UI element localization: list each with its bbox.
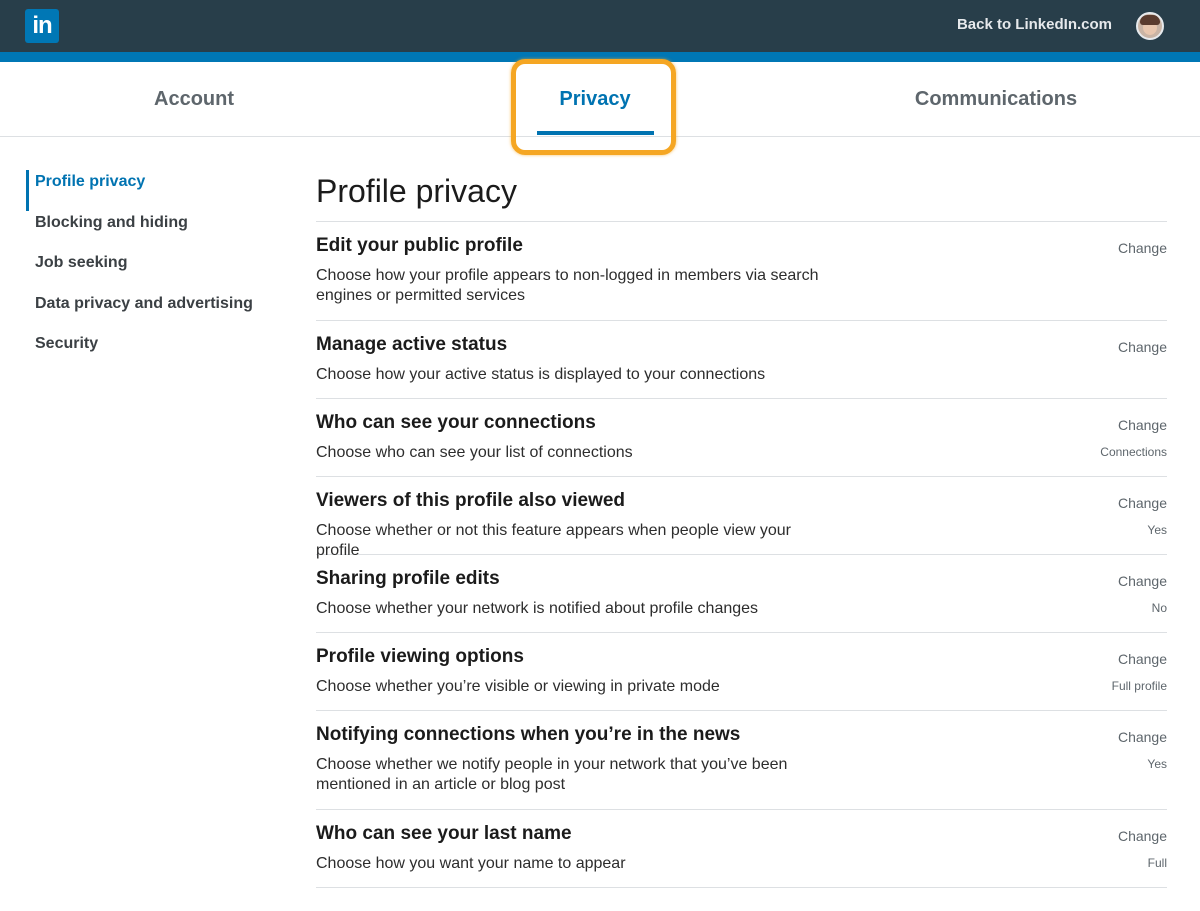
setting-title: Profile viewing options (316, 646, 524, 667)
change-link[interactable]: Change (1118, 339, 1167, 355)
setting-row-sharing-edits[interactable]: Sharing profile edits Choose whether you… (316, 555, 1167, 633)
sidebar-item-label: Data privacy and advertising (35, 294, 253, 312)
setting-value: Full (1147, 856, 1167, 870)
avatar[interactable] (1136, 12, 1164, 40)
setting-value: Yes (1147, 757, 1167, 771)
setting-description: Choose how your active status is display… (316, 366, 766, 383)
setting-description: Choose how your profile appears to non-l… (316, 267, 819, 304)
setting-description: Choose who can see your list of connecti… (316, 444, 633, 461)
change-link[interactable]: Change (1118, 495, 1167, 511)
back-to-linkedin-link[interactable]: Back to LinkedIn.com (957, 16, 1112, 33)
setting-title: Edit your public profile (316, 235, 523, 256)
main-content: Profile privacy Edit your public profile… (316, 170, 1167, 888)
setting-description: Choose whether you’re visible or viewing… (316, 678, 720, 695)
setting-row-public-profile[interactable]: Edit your public profile Choose how your… (316, 222, 1167, 321)
setting-title: Sharing profile edits (316, 568, 500, 589)
sidebar-item-job-seeking[interactable]: Job seeking (26, 251, 286, 292)
setting-row-active-status[interactable]: Manage active status Choose how your act… (316, 321, 1167, 399)
setting-value: Connections (1100, 445, 1167, 459)
sidebar-item-security[interactable]: Security (26, 332, 286, 373)
setting-row-last-name[interactable]: Who can see your last name Choose how yo… (316, 810, 1167, 888)
sidebar-item-label: Profile privacy (35, 173, 146, 190)
setting-title: Manage active status (316, 334, 508, 355)
sidebar-item-label: Security (35, 335, 99, 352)
sidebar-nav: Profile privacy Blocking and hiding Job … (26, 170, 286, 373)
setting-description: Choose whether your network is notified … (316, 600, 759, 617)
change-link[interactable]: Change (1118, 417, 1167, 433)
sidebar-item-label: Job seeking (35, 254, 128, 271)
page-title: Profile privacy (316, 170, 1167, 222)
tab-account[interactable]: Account (94, 62, 294, 136)
change-link[interactable]: Change (1118, 828, 1167, 844)
setting-row-viewing-options[interactable]: Profile viewing options Choose whether y… (316, 633, 1167, 711)
change-link[interactable]: Change (1118, 729, 1167, 745)
tab-communications[interactable]: Communications (896, 62, 1096, 136)
setting-row-viewers-also-viewed[interactable]: Viewers of this profile also viewed Choo… (316, 477, 1167, 559)
setting-title: Who can see your last name (316, 823, 572, 844)
setting-value: Full profile (1111, 679, 1167, 693)
setting-title: Notifying connections when you’re in the… (316, 724, 741, 745)
change-link[interactable]: Change (1118, 651, 1167, 667)
top-bar: in Back to LinkedIn.com (0, 0, 1200, 52)
setting-row-connections[interactable]: Who can see your connections Choose who … (316, 399, 1167, 477)
privacy-tab-highlight-annotation (511, 59, 676, 155)
setting-value: Yes (1147, 523, 1167, 537)
setting-value: No (1151, 601, 1167, 615)
sidebar-item-data-privacy[interactable]: Data privacy and advertising (26, 292, 286, 333)
setting-description: Choose whether we notify people in your … (316, 756, 788, 793)
sidebar-item-blocking-and-hiding[interactable]: Blocking and hiding (26, 211, 286, 252)
setting-description: Choose how you want your name to appear (316, 855, 626, 872)
setting-title: Who can see your connections (316, 412, 596, 433)
avatar-hair (1140, 15, 1160, 25)
change-link[interactable]: Change (1118, 240, 1167, 256)
change-link[interactable]: Change (1118, 573, 1167, 589)
sidebar-item-profile-privacy[interactable]: Profile privacy (26, 170, 286, 211)
sidebar-item-label: Blocking and hiding (35, 213, 188, 231)
setting-title: Viewers of this profile also viewed (316, 490, 626, 511)
linkedin-logo-icon[interactable]: in (25, 9, 59, 43)
setting-row-in-the-news[interactable]: Notifying connections when you’re in the… (316, 711, 1167, 810)
